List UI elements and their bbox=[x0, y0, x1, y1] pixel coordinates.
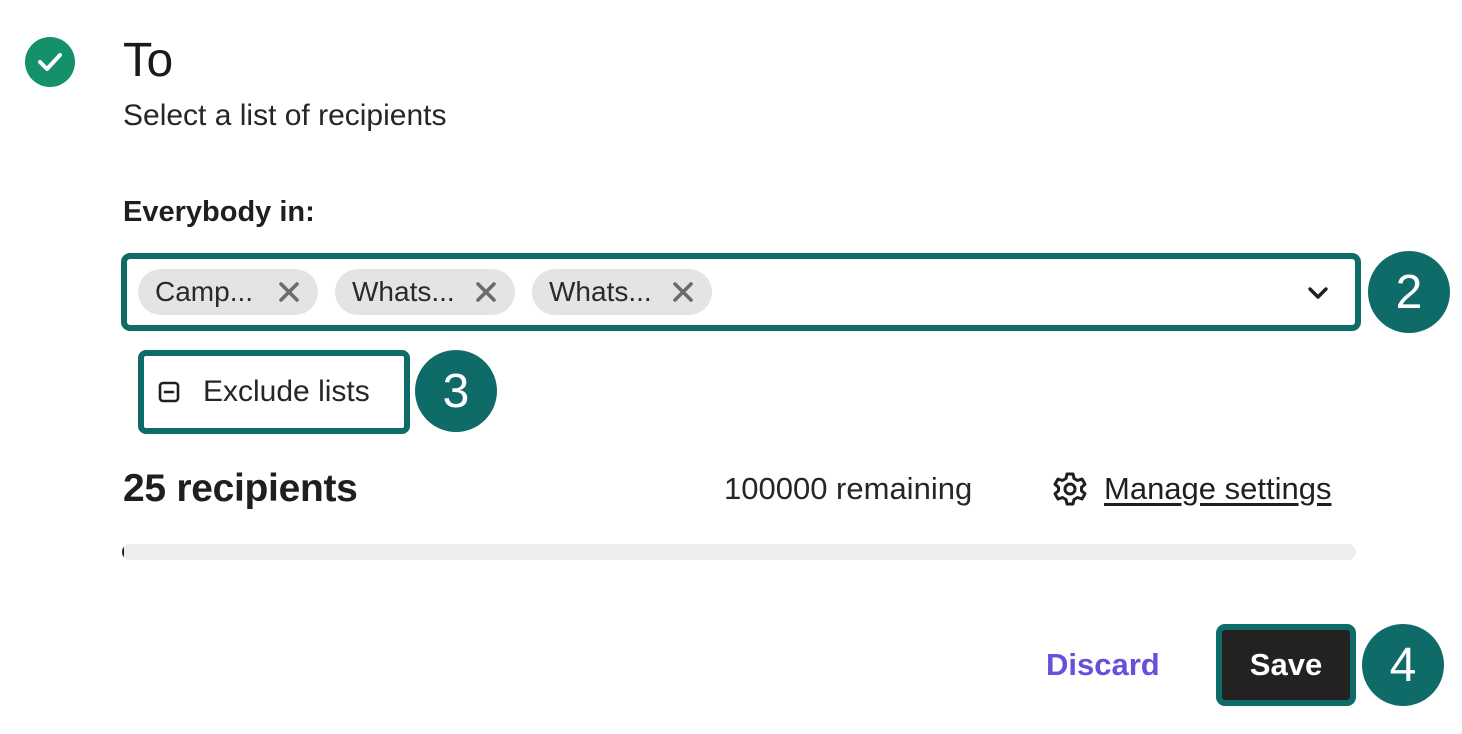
remove-chip-close-icon[interactable] bbox=[473, 279, 499, 305]
recipient-count: 25 recipients bbox=[123, 467, 358, 510]
manage-settings-link[interactable]: Manage settings bbox=[1104, 470, 1331, 508]
chevron-down-icon[interactable] bbox=[1306, 283, 1330, 303]
recipient-usage-progress-bar bbox=[122, 544, 1356, 560]
exclude-lists-button[interactable]: Exclude lists bbox=[138, 350, 410, 434]
gear-icon bbox=[1052, 471, 1088, 507]
list-chip-label: Whats... bbox=[549, 276, 652, 307]
remove-chip-close-icon[interactable] bbox=[276, 279, 302, 305]
remove-chip-close-icon[interactable] bbox=[670, 279, 696, 305]
section-title: To bbox=[123, 34, 173, 87]
section-subtitle: Select a list of recipients bbox=[123, 99, 447, 132]
exclude-lists-label: Exclude lists bbox=[203, 375, 370, 408]
discard-button[interactable]: Discard bbox=[1046, 645, 1160, 685]
list-chip-label: Camp... bbox=[155, 276, 254, 307]
section-complete-check-icon bbox=[25, 37, 75, 87]
save-button[interactable]: Save bbox=[1216, 624, 1356, 706]
minus-square-icon bbox=[158, 381, 180, 403]
recipient-lists-multiselect[interactable]: Camp... Whats... Whats... bbox=[121, 253, 1361, 331]
list-chip-label: Whats... bbox=[352, 276, 455, 307]
remaining-count: 100000 remaining bbox=[724, 471, 973, 506]
list-chip: Camp... bbox=[138, 269, 318, 315]
recipient-usage-progress-fill bbox=[122, 544, 124, 560]
list-chip: Whats... bbox=[532, 269, 712, 315]
step-badge-3: 3 bbox=[415, 350, 497, 432]
step-badge-4: 4 bbox=[1362, 624, 1444, 706]
everybody-in-label: Everybody in: bbox=[123, 196, 315, 228]
list-chip: Whats... bbox=[335, 269, 515, 315]
step-badge-2: 2 bbox=[1368, 251, 1450, 333]
